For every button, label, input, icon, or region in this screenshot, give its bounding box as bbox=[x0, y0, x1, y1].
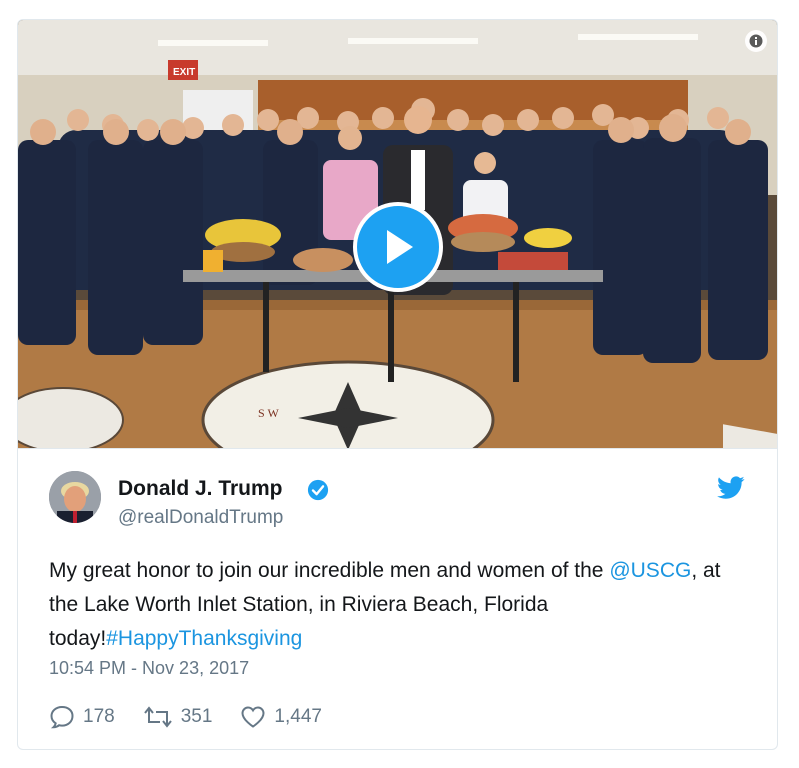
hashtag-link[interactable]: #HappyThanksgiving bbox=[106, 627, 302, 650]
retweet-icon bbox=[143, 706, 172, 728]
play-icon bbox=[387, 230, 413, 264]
tweet-body: Donald J. Trump @realDonaldTrump My grea… bbox=[18, 448, 777, 749]
author-name[interactable]: Donald J. Trump bbox=[118, 477, 283, 501]
tweet-actions: 178 351 1,447 bbox=[49, 702, 350, 732]
like-button[interactable]: 1,447 bbox=[240, 705, 322, 729]
author-handle[interactable]: @realDonaldTrump bbox=[118, 507, 283, 529]
exit-sign: EXIT bbox=[173, 67, 195, 78]
avatar[interactable] bbox=[49, 471, 101, 523]
retweet-count: 351 bbox=[180, 706, 213, 727]
tweet-text: My great honor to join our incredible me… bbox=[49, 554, 749, 656]
play-button[interactable] bbox=[353, 202, 443, 292]
twitter-bird-icon[interactable] bbox=[717, 476, 745, 500]
reply-count: 178 bbox=[83, 706, 115, 727]
tweet-timestamp[interactable]: 10:54 PM - Nov 23, 2017 bbox=[49, 658, 249, 679]
mention-link[interactable]: @USCG bbox=[609, 559, 691, 582]
verified-badge-icon bbox=[307, 479, 329, 501]
reply-icon bbox=[50, 705, 74, 729]
tweet-text-part1: My great honor to join our incredible me… bbox=[49, 559, 610, 582]
heart-icon bbox=[241, 706, 265, 728]
reply-button[interactable]: 178 bbox=[49, 705, 115, 729]
like-count: 1,447 bbox=[274, 706, 322, 727]
tweet-video[interactable]: EXIT S W bbox=[18, 20, 777, 448]
compass-letters: S W bbox=[258, 406, 279, 420]
tweet-card: EXIT S W Donald J. Trump @realDonaldTrum… bbox=[17, 19, 778, 750]
info-icon[interactable] bbox=[745, 30, 767, 52]
retweet-button[interactable]: 351 bbox=[143, 705, 213, 729]
